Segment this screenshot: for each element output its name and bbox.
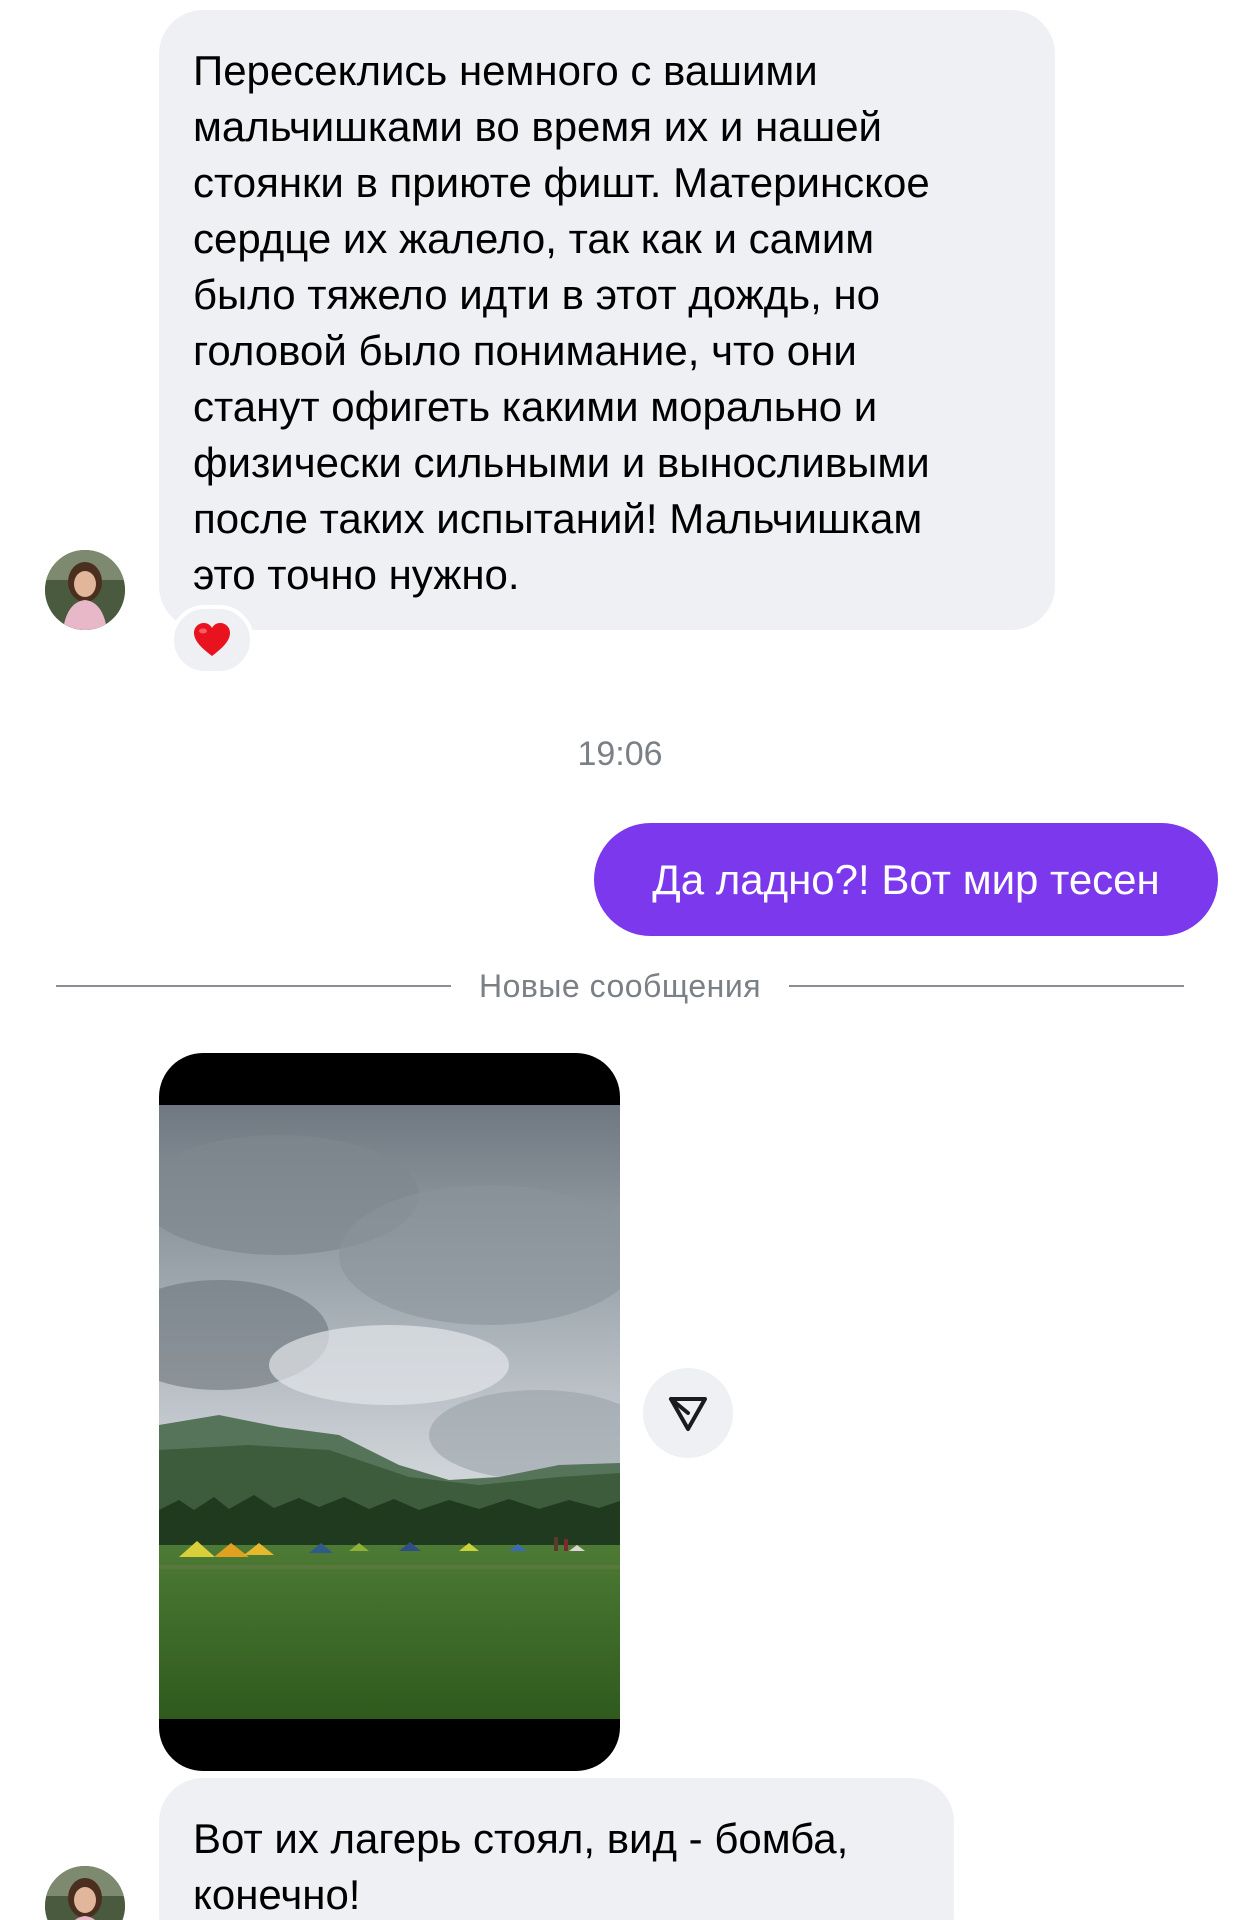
message-text: Да ладно?! Вот мир тесен xyxy=(652,855,1160,903)
avatar-photo xyxy=(45,1866,125,1920)
share-icon xyxy=(669,1397,707,1431)
message-reaction[interactable] xyxy=(170,605,254,675)
message-text: Вот их лагерь стоял, вид - бомба, конечн… xyxy=(193,1815,849,1918)
divider-line xyxy=(789,985,1185,987)
avatar-photo xyxy=(45,550,125,630)
red-heart-icon xyxy=(194,623,230,656)
sender-avatar[interactable] xyxy=(45,550,125,630)
incoming-message-bubble[interactable]: Пересеклись немного с вашими мальчишками… xyxy=(159,10,1055,630)
divider-line xyxy=(56,985,451,987)
outgoing-message-bubble[interactable]: Да ладно?! Вот мир тесен xyxy=(594,823,1218,936)
message-timestamp: 19:06 xyxy=(577,735,663,773)
chat-thread: Пересеклись немного с вашими мальчишками… xyxy=(0,0,1240,1920)
new-messages-divider: Новые сообщения xyxy=(56,964,1185,1008)
incoming-message-bubble[interactable]: Вот их лагерь стоял, вид - бомба, конечн… xyxy=(159,1778,954,1920)
divider-label: Новые сообщения xyxy=(479,967,762,1004)
camp-landscape-photo xyxy=(159,1105,620,1719)
share-button[interactable] xyxy=(643,1368,733,1458)
message-text: Пересеклись немного с вашими мальчишками… xyxy=(193,47,930,598)
media-message[interactable] xyxy=(159,1053,620,1771)
sender-avatar[interactable] xyxy=(45,1866,125,1920)
